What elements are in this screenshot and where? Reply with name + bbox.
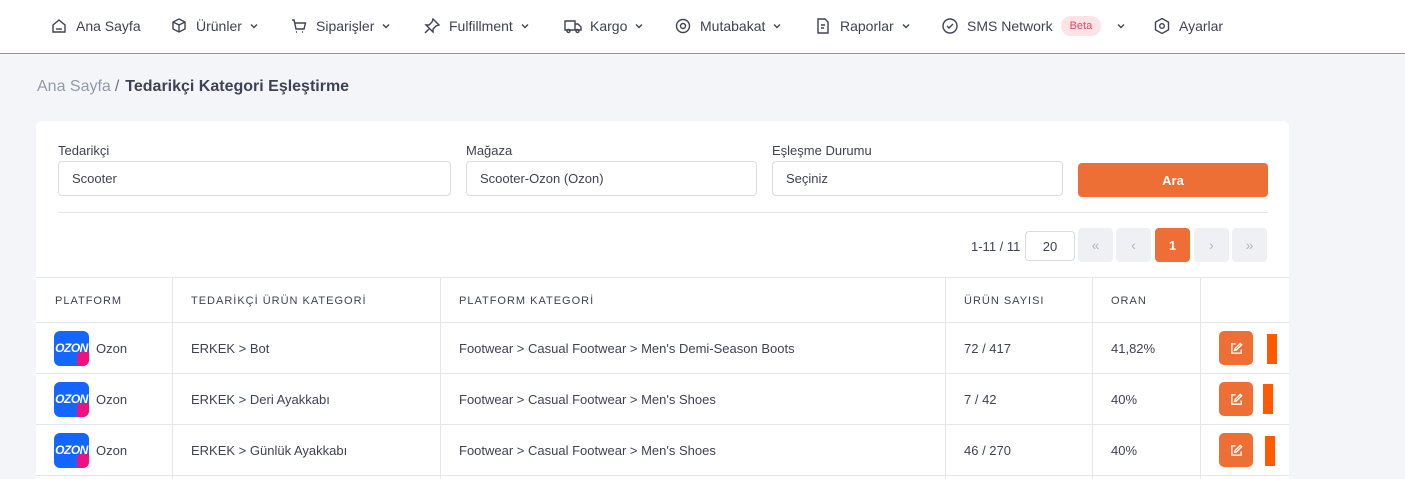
ozon-logo: OZON <box>54 432 89 468</box>
nav-settings[interactable]: Ayarlar <box>1153 0 1223 52</box>
box-icon <box>170 17 188 35</box>
ratio-cell: 41,82% <box>1111 340 1156 356</box>
cart-icon <box>290 17 308 35</box>
breadcrumb-home[interactable]: Ana Sayfa <box>37 78 111 96</box>
platform-name: Ozon <box>96 340 128 356</box>
product-count-cell: 7 / 42 <box>964 391 997 407</box>
supplier-label: Tedarikçi <box>58 143 110 158</box>
divider <box>58 212 1268 213</box>
breadcrumb: Ana Sayfa / Tedarikçi Kategori Eşleştirm… <box>37 78 349 96</box>
nav-fulfillment[interactable]: Fulfillment <box>423 0 530 52</box>
platform-name: Ozon <box>96 391 128 407</box>
report-icon <box>814 17 832 35</box>
product-count-cell: 46 / 270 <box>964 442 1011 458</box>
last-page-button[interactable]: » <box>1232 228 1267 262</box>
table-row: OZON Ozon ERKEK > Deri Ayakkabı Footwear… <box>36 373 1289 424</box>
header-platform: PLATFORM <box>55 294 123 307</box>
chevron-down-icon <box>634 21 644 31</box>
platform-cell: OZON Ozon <box>54 374 127 424</box>
home-icon <box>50 17 68 35</box>
search-button[interactable]: Ara <box>1078 163 1268 197</box>
first-page-button[interactable]: « <box>1078 228 1113 262</box>
status-marker <box>1267 334 1277 364</box>
table-row-divider <box>36 475 1289 476</box>
supplier-category-cell: ERKEK > Deri Ayakkabı <box>191 391 330 407</box>
nav-home[interactable]: Ana Sayfa <box>50 0 141 52</box>
table-row: OZON Ozon ERKEK > Bot Footwear > Casual … <box>36 322 1289 373</box>
nav-sms-network[interactable]: SMS Network Beta <box>941 0 1126 52</box>
supplier-category-cell: ERKEK > Bot <box>191 340 270 356</box>
ozon-logo: OZON <box>54 381 89 417</box>
platform-category-cell: Footwear > Casual Footwear > Men's Demi-… <box>459 340 795 356</box>
header-ratio: ORAN <box>1111 294 1147 307</box>
nav-reports-label: Raporlar <box>840 18 894 34</box>
truck-icon <box>564 17 582 35</box>
ratio-cell: 40% <box>1111 391 1138 407</box>
pin-icon <box>423 17 441 35</box>
chevron-down-icon <box>520 21 530 31</box>
match-status-label: Eşleşme Durumu <box>772 143 872 158</box>
status-marker <box>1263 384 1273 414</box>
nav-orders[interactable]: Siparişler <box>290 0 391 52</box>
settings-icon <box>1153 17 1171 35</box>
header-supplier-category: TEDARİKÇİ ÜRÜN KATEGORİ <box>191 294 367 307</box>
ratio-cell: 40% <box>1111 442 1138 458</box>
edit-icon <box>1230 341 1243 354</box>
beta-badge: Beta <box>1060 16 1102 36</box>
breadcrumb-separator: / <box>114 78 120 95</box>
nav-reports[interactable]: Raporlar <box>814 0 911 52</box>
product-count-cell: 72 / 417 <box>964 340 1011 356</box>
platform-category-cell: Footwear > Casual Footwear > Men's Shoes <box>459 391 716 407</box>
eye-icon <box>674 17 692 35</box>
chevron-down-icon <box>249 21 259 31</box>
nav-cargo[interactable]: Kargo <box>564 0 644 52</box>
nav-orders-label: Siparişler <box>316 18 375 34</box>
match-status-select[interactable]: Seçiniz <box>772 161 1063 196</box>
table-header-row: PLATFORM TEDARİKÇİ ÜRÜN KATEGORİ PLATFOR… <box>36 277 1289 323</box>
nav-fulfillment-label: Fulfillment <box>449 18 513 34</box>
chevron-down-icon <box>381 21 391 31</box>
nav-reconciliation-label: Mutabakat <box>700 18 766 34</box>
table-row: OZON Ozon ERKEK > Günlük Ayakkabı Footwe… <box>36 424 1289 475</box>
header-product-count: ÜRÜN SAYISI <box>964 294 1045 307</box>
nav-home-label: Ana Sayfa <box>76 18 141 34</box>
prev-page-button[interactable]: ‹ <box>1116 228 1151 262</box>
nav-products[interactable]: Ürünler <box>170 0 259 52</box>
supplier-category-cell: ERKEK > Günlük Ayakkabı <box>191 442 348 458</box>
edit-button[interactable] <box>1219 433 1253 467</box>
platform-cell: OZON Ozon <box>54 425 127 475</box>
edit-button[interactable] <box>1219 331 1253 365</box>
chevron-down-icon <box>772 21 782 31</box>
edit-icon <box>1230 443 1243 456</box>
nav-sms-network-label: SMS Network <box>967 18 1053 34</box>
page-1-button[interactable]: 1 <box>1155 228 1190 262</box>
edit-icon <box>1230 392 1243 405</box>
nav-reconciliation[interactable]: Mutabakat <box>674 0 782 52</box>
ozon-logo: OZON <box>54 330 89 366</box>
platform-cell: OZON Ozon <box>54 323 127 373</box>
store-label: Mağaza <box>466 143 513 158</box>
header-platform-category: PLATFORM KATEGORİ <box>459 294 595 307</box>
store-select[interactable]: Scooter-Ozon (Ozon) <box>466 161 757 196</box>
chevron-down-icon <box>901 21 911 31</box>
platform-name: Ozon <box>96 442 128 458</box>
nav-cargo-label: Kargo <box>590 18 628 34</box>
platform-category-cell: Footwear > Casual Footwear > Men's Shoes <box>459 442 716 458</box>
chevron-down-icon <box>1116 21 1126 31</box>
nav-settings-label: Ayarlar <box>1179 18 1224 34</box>
status-marker <box>1265 436 1275 466</box>
top-navigation: Ana Sayfa Ürünler Siparişler Fulfillment… <box>0 0 1405 54</box>
filter-table-card: Tedarikçi Scooter Mağaza Scooter-Ozon (O… <box>36 121 1289 479</box>
supplier-select[interactable]: Scooter <box>58 161 451 196</box>
edit-button[interactable] <box>1219 382 1253 416</box>
next-page-button[interactable]: › <box>1194 228 1229 262</box>
per-page-select[interactable]: 20 <box>1025 231 1075 261</box>
page-title: Tedarikçi Kategori Eşleştirme <box>125 78 350 95</box>
pagination-range: 1-11 / 11 <box>971 239 1021 254</box>
nav-products-label: Ürünler <box>196 18 242 34</box>
check-circle-icon <box>941 17 959 35</box>
